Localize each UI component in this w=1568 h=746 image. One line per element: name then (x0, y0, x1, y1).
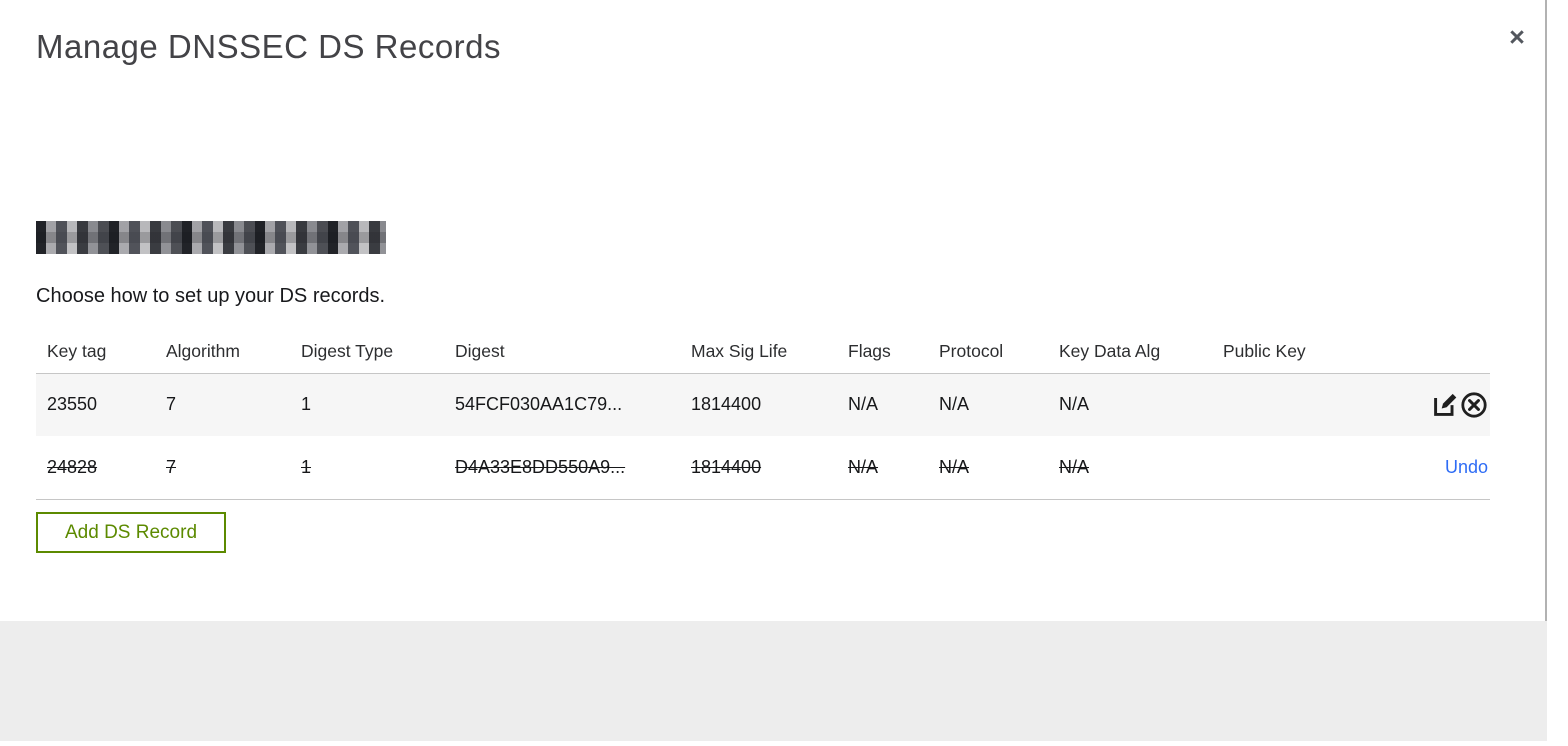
cell-flags: N/A (848, 394, 879, 415)
col-header-max-sig-life: Max Sig Life (680, 330, 837, 374)
col-header-digest-type: Digest Type (290, 330, 444, 374)
cell-digest-type: 1 (301, 394, 312, 415)
cell-max-sig-life: 1814400 (691, 394, 762, 415)
cell-protocol: N/A (939, 456, 970, 477)
col-header-flags: Flags (837, 330, 928, 374)
cell-key-data-alg: N/A (1059, 394, 1090, 415)
col-header-key-data-alg: Key Data Alg (1048, 330, 1212, 374)
col-header-public-key: Public Key (1212, 330, 1409, 374)
instruction-text: Choose how to set up your DS records. (36, 285, 386, 307)
remove-icon[interactable] (1460, 391, 1488, 419)
table-header-row: Key tag Algorithm Digest Type Digest Max… (36, 330, 1490, 374)
table-row-deleted: 24828 7 1 D4A33E8DD550A9... 1814400 N/A … (36, 436, 1490, 499)
cell-key-data-alg: N/A (1059, 456, 1090, 477)
add-ds-record-button[interactable]: Add DS Record (36, 512, 227, 553)
col-header-protocol: Protocol (928, 330, 1048, 374)
col-header-digest: Digest (444, 330, 680, 374)
cell-digest: 54FCF030AA1C79... (455, 394, 623, 415)
modal-footer: Save Cancel (0, 621, 1547, 741)
cell-algorithm: 7 (166, 394, 177, 415)
col-header-algorithm: Algorithm (155, 330, 290, 374)
close-icon[interactable]: × (1500, 20, 1534, 54)
edit-icon[interactable] (1432, 391, 1459, 418)
cell-max-sig-life: 1814400 (691, 456, 762, 477)
redacted-domain-name (36, 221, 386, 254)
cell-algorithm: 7 (166, 456, 177, 477)
col-header-actions (1409, 330, 1490, 374)
table-row: 23550 7 1 54FCF030AA1C79... 1814400 N/A … (36, 373, 1490, 436)
ds-records-table: Key tag Algorithm Digest Type Digest Max… (36, 330, 1490, 500)
page-title: Manage DNSSEC DS Records (36, 28, 502, 65)
manage-dnssec-modal: Manage DNSSEC DS Records × Choose how to… (0, 0, 1547, 741)
undo-link[interactable]: Undo (1445, 457, 1488, 477)
cell-flags: N/A (848, 456, 879, 477)
cell-digest: D4A33E8DD550A9... (455, 456, 626, 477)
screenshot-frame: Manage DNSSEC DS Records × Choose how to… (0, 0, 1568, 746)
cell-protocol: N/A (939, 394, 970, 415)
cell-key-tag: 24828 (47, 456, 98, 477)
cell-key-tag: 23550 (47, 394, 98, 415)
col-header-key-tag: Key tag (36, 330, 155, 374)
cell-digest-type: 1 (301, 456, 312, 477)
